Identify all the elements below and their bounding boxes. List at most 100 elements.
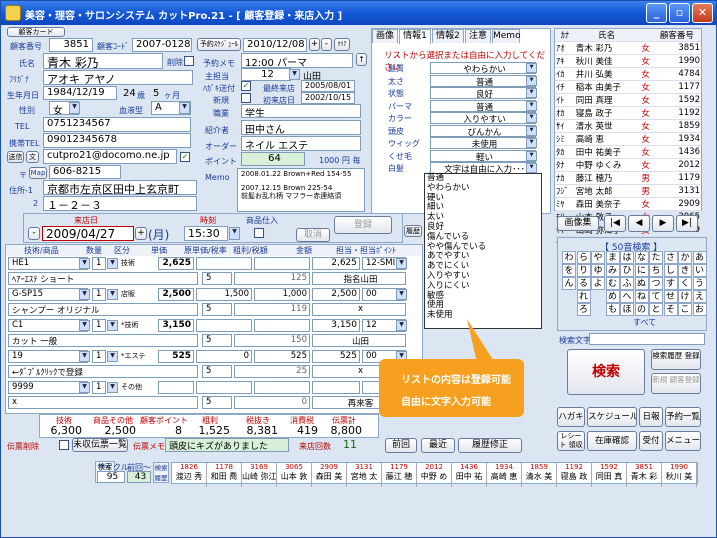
chevron-down-icon[interactable]: ▼ bbox=[289, 69, 300, 80]
info-value[interactable]: 入りやすい bbox=[430, 112, 536, 124]
kana-key[interactable]: め bbox=[605, 290, 620, 303]
kana-key[interactable]: ふ bbox=[620, 277, 634, 290]
chevron-down-icon[interactable]: ▼ bbox=[526, 150, 537, 161]
kana-key[interactable]: お bbox=[692, 303, 707, 316]
chevron-down-icon[interactable]: ▼ bbox=[526, 163, 537, 173]
item-name[interactable]: カット 一般 bbox=[8, 334, 198, 347]
tab-image[interactable]: 画像 bbox=[372, 29, 398, 43]
chevron-down-icon[interactable]: ▼ bbox=[526, 100, 537, 111]
previous-visit-button[interactable]: 前回 bbox=[385, 438, 417, 453]
new-checkbox[interactable] bbox=[241, 93, 251, 103]
item-gross[interactable]: 525 bbox=[254, 350, 310, 363]
history-strip-item[interactable]: 3131 宮地 太 bbox=[347, 463, 382, 487]
customer-row[interactable]: ﾐﾔ 森田 美奈子女 2909 bbox=[555, 197, 701, 211]
map-button[interactable]: Map bbox=[29, 167, 47, 179]
item-tax-rate[interactable]: 5 bbox=[202, 303, 232, 316]
tel-field[interactable]: 0751234567 bbox=[43, 117, 191, 132]
info-value[interactable]: 未使用 bbox=[430, 137, 536, 149]
item-amount[interactable] bbox=[312, 381, 360, 394]
kana-key[interactable]: を bbox=[562, 264, 576, 277]
item-price[interactable]: 2,500 bbox=[158, 288, 194, 301]
tab-caution[interactable]: 注意 bbox=[465, 29, 491, 43]
chevron-down-icon[interactable]: ▼ bbox=[396, 258, 407, 269]
kana-key[interactable]: ぬ bbox=[634, 277, 649, 290]
item-amount[interactable]: 2,625 bbox=[312, 257, 360, 270]
birthday-field[interactable]: 1984/12/19 bbox=[43, 86, 117, 100]
info-value[interactable]: びんかん bbox=[430, 124, 536, 137]
function-button[interactable]: 受付 bbox=[639, 431, 663, 451]
item-code[interactable]: G-SP15 bbox=[8, 288, 88, 301]
customer-row[interactable]: ﾌｼﾞ 宮地 太郎男 3131 bbox=[555, 184, 701, 198]
last-visit-field[interactable]: 2005/08/01 bbox=[301, 80, 355, 92]
item-qty[interactable]: 1 bbox=[92, 319, 106, 332]
name-field[interactable]: 青木 彩乃 bbox=[43, 53, 163, 69]
item-price[interactable]: 525 bbox=[158, 350, 194, 363]
customer-row[interactable]: ｱｵ 青木 彩乃女 3851 bbox=[555, 41, 701, 55]
kana-key[interactable]: て bbox=[649, 290, 663, 303]
chevron-down-icon[interactable]: ▼ bbox=[526, 63, 537, 73]
item-tax[interactable]: 0 bbox=[234, 396, 310, 409]
cancel-button[interactable]: 取消 bbox=[296, 228, 330, 242]
visit-time-field[interactable]: 15:30 bbox=[184, 226, 228, 241]
kana-key[interactable]: ひ bbox=[620, 264, 634, 277]
item-gross[interactable]: 1,000 bbox=[254, 288, 310, 301]
item-tax[interactable]: 150 bbox=[234, 334, 310, 347]
first-visit-field[interactable]: 2002/10/15 bbox=[301, 92, 355, 104]
kana-key[interactable]: こ bbox=[678, 303, 692, 316]
register-button[interactable]: 登録 bbox=[334, 216, 392, 234]
tab-info2[interactable]: 情報2 bbox=[432, 29, 464, 43]
kana-key[interactable]: え bbox=[692, 290, 707, 303]
job-field[interactable]: 学生 bbox=[241, 104, 361, 118]
next-record-button[interactable]: ▶ bbox=[652, 215, 674, 232]
history-strip-item[interactable]: 1592 同田 真 bbox=[592, 463, 627, 487]
history-fix-button[interactable]: 履歴修正 bbox=[458, 438, 522, 453]
kana-key[interactable]: そ bbox=[663, 303, 678, 316]
item-name[interactable]: シャンプー オリジナル bbox=[8, 303, 198, 316]
up-arrow-icon[interactable]: ↑ bbox=[356, 53, 367, 66]
kana-key[interactable]: に bbox=[634, 264, 649, 277]
order-field[interactable]: ネイル エステ bbox=[241, 136, 361, 151]
item-tax-rate[interactable]: 5 bbox=[202, 396, 232, 409]
item-cost[interactable] bbox=[196, 319, 252, 332]
item-code[interactable]: C1 bbox=[8, 319, 88, 332]
last-record-button[interactable]: ▶| bbox=[676, 215, 698, 232]
new-customer-button[interactable]: 新規 顧客登録 bbox=[651, 373, 701, 394]
delete-checkbox[interactable] bbox=[184, 56, 194, 66]
kana-key[interactable]: く bbox=[678, 277, 692, 290]
recent-button[interactable]: 最近 bbox=[421, 438, 455, 453]
introducer-field[interactable]: 田中さん bbox=[241, 120, 361, 135]
kana-key[interactable]: さ bbox=[663, 251, 678, 264]
kana-key[interactable]: り bbox=[576, 264, 591, 277]
chevron-down-icon[interactable]: ▼ bbox=[107, 351, 118, 362]
customer-row[interactable]: ﾀｶ 田中 祐美子女 1436 bbox=[555, 145, 701, 159]
item-qty[interactable]: 1 bbox=[92, 350, 106, 363]
history-button[interactable]: 履歴 bbox=[404, 225, 422, 237]
kana-key[interactable]: う bbox=[692, 277, 707, 290]
kana-key[interactable]: た bbox=[649, 251, 663, 264]
item-cost[interactable] bbox=[196, 381, 252, 394]
kana-key[interactable]: き bbox=[678, 264, 692, 277]
kana-key[interactable]: る bbox=[576, 277, 591, 290]
function-button[interactable]: レシート 領収書 bbox=[557, 431, 585, 451]
kana-key[interactable]: け bbox=[678, 290, 692, 303]
item-price[interactable]: 2,625 bbox=[158, 257, 194, 270]
chevron-down-icon[interactable]: ▼ bbox=[179, 102, 190, 114]
kana-key[interactable]: み bbox=[605, 264, 620, 277]
schedule-date-field[interactable]: 2010/12/08 bbox=[243, 38, 307, 52]
history-strip-item[interactable]: 1934 高崎 恵 bbox=[487, 463, 522, 487]
item-amount[interactable]: 2,500 bbox=[312, 288, 360, 301]
points-field[interactable]: 64 bbox=[241, 152, 305, 166]
item-amount[interactable]: 525 bbox=[312, 350, 360, 363]
history-strip-item[interactable]: 1990 秋川 美 bbox=[662, 463, 697, 487]
item-qty[interactable]: 1 bbox=[92, 288, 106, 301]
send-mail-button[interactable]: 送信 bbox=[7, 151, 24, 163]
chevron-down-icon[interactable]: ▼ bbox=[107, 258, 118, 269]
kana-key[interactable]: む bbox=[605, 277, 620, 290]
search-history-button[interactable]: 検索履歴 登録 bbox=[651, 349, 701, 370]
chevron-down-icon[interactable]: ▼ bbox=[526, 138, 537, 148]
customer-row[interactable]: ｵｶ 寝島 政子女 1192 bbox=[555, 106, 701, 120]
chevron-down-icon[interactable]: ▼ bbox=[79, 258, 90, 269]
chevron-down-icon[interactable]: ▼ bbox=[107, 320, 118, 331]
item-gross[interactable] bbox=[254, 381, 310, 394]
history-strip-item[interactable]: 1859 清水 美 bbox=[522, 463, 557, 487]
